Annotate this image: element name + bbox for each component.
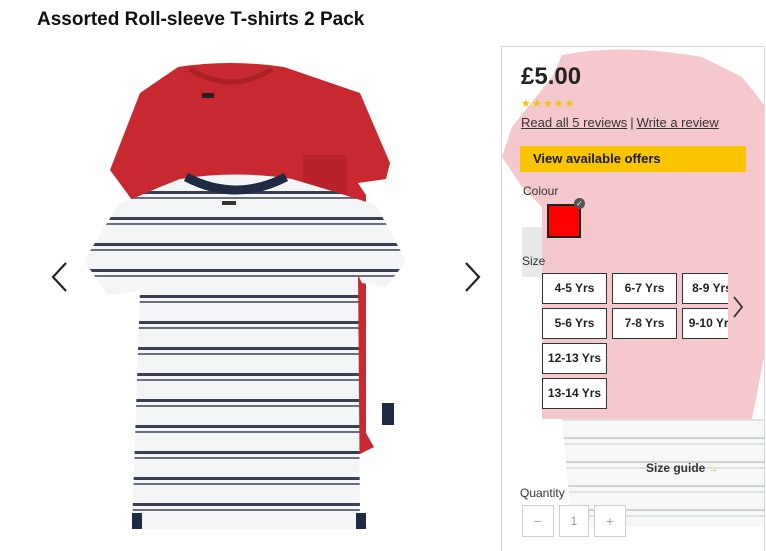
size-option[interactable]: 4-5 Yrs — [542, 273, 607, 304]
size-option[interactable]: 7-8 Yrs — [612, 308, 677, 339]
product-price: £5.00 — [521, 63, 582, 90]
product-image — [84, 63, 406, 529]
chevron-right-icon — [733, 296, 744, 318]
size-label: Size — [522, 254, 546, 268]
size-option[interactable]: 6-7 Yrs — [612, 273, 677, 304]
quantity-decrease-button[interactable]: − — [522, 505, 554, 537]
view-offers-button[interactable]: View available offers — [520, 146, 746, 172]
size-option[interactable]: 12-13 Yrs — [542, 343, 607, 374]
size-options: 4-5 Yrs 6-7 Yrs 8-9 Yrs 5-6 Yrs 7-8 Yrs … — [542, 273, 728, 413]
star-icon: ★ — [564, 98, 575, 110]
rating-stars: ★ ★ ★ ★ ★ — [521, 99, 574, 110]
size-guide-label: Size guide — [646, 461, 706, 475]
size-option[interactable]: 13-14 Yrs — [542, 378, 607, 409]
arrow-right-icon: → — [708, 464, 719, 475]
quantity-input[interactable]: 1 — [559, 505, 589, 537]
colour-label: Colour — [523, 184, 559, 198]
product-image-gallery — [40, 55, 500, 551]
write-review-link[interactable]: Write a review — [637, 115, 719, 130]
product-page: Assorted Roll-sleeve T-shirts 2 Pack £5.… — [0, 0, 766, 551]
read-reviews-link[interactable]: Read all 5 reviews — [521, 115, 627, 130]
star-icon: ★ — [531, 98, 542, 110]
purchase-panel: £5.00 ★ ★ ★ ★ ★ Read all 5 reviews | Write… — [501, 46, 765, 551]
star-icon: ★ — [542, 98, 553, 110]
size-guide-link[interactable]: Size guide → — [646, 461, 718, 475]
size-option[interactable]: 8-9 Yrs — [682, 273, 728, 304]
next-image-button[interactable] — [457, 257, 487, 297]
star-icon: ★ — [521, 98, 531, 110]
star-icon: ★ — [553, 98, 564, 110]
chevron-right-icon — [465, 262, 481, 292]
colour-swatch-red[interactable] — [547, 204, 581, 238]
product-title: Assorted Roll-sleeve T-shirts 2 Pack — [37, 9, 365, 30]
size-option[interactable]: 9-10 Yrs — [682, 308, 728, 339]
review-separator: | — [630, 115, 634, 130]
prev-image-button[interactable] — [44, 257, 74, 297]
quantity-increase-button[interactable]: + — [594, 505, 626, 537]
quantity-label: Quantity — [520, 486, 565, 500]
size-option[interactable]: 5-6 Yrs — [542, 308, 607, 339]
check-icon: ✓ — [574, 198, 585, 209]
chevron-left-icon — [51, 262, 67, 292]
reviews-links: Read all 5 reviews | Write a review — [521, 115, 719, 130]
quantity-stepper: − 1 + — [522, 505, 626, 537]
size-scroll-next-button[interactable] — [730, 293, 746, 321]
